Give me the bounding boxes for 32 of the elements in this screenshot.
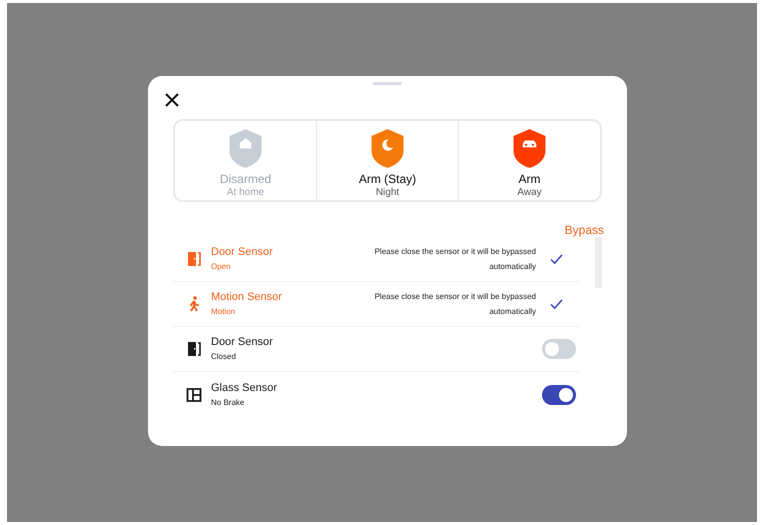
mode-label: Disarmed <box>220 172 272 187</box>
shield-icon <box>227 128 264 169</box>
door-icon <box>185 250 203 268</box>
bypass-header: Bypass <box>564 222 604 239</box>
sensor-name: Motion Sensor <box>211 290 282 304</box>
toggle-switch[interactable] <box>542 384 576 404</box>
checkmark-icon[interactable] <box>550 254 562 264</box>
mode-label: Arm <box>518 172 540 187</box>
door-icon <box>185 340 203 358</box>
sensor-status: Closed <box>211 351 237 363</box>
drag-handle[interactable] <box>373 82 402 85</box>
mode-option[interactable]: Arm (Stay) Night <box>316 121 458 200</box>
sensor-status: Open <box>211 261 232 273</box>
sensor-name: Door Sensor <box>211 335 273 349</box>
shield-icon <box>369 128 406 169</box>
close-icon <box>165 93 179 107</box>
mode-sublabel: At home <box>226 187 264 199</box>
sensor-status: Motion <box>211 306 236 318</box>
mode-label: Arm (Stay) <box>358 172 416 187</box>
sensor-name: Glass Sensor <box>211 380 278 394</box>
shield-icon <box>511 128 548 169</box>
toggle-switch[interactable] <box>542 339 576 359</box>
bypass-message: Please close the sensor or it will be bypassed automatically <box>374 291 536 318</box>
mode-sublabel: Night <box>376 187 400 199</box>
window-icon <box>185 386 203 404</box>
checkmark-icon[interactable] <box>550 298 562 310</box>
sensor-status: No Brake <box>211 396 246 408</box>
mode-option[interactable]: Arm Away <box>458 121 600 200</box>
bypass-message: Please close the sensor or it will be bypassed automatically <box>374 246 536 273</box>
mode-sublabel: Away <box>517 187 542 199</box>
close-button[interactable] <box>165 93 179 107</box>
sensor-name: Door Sensor <box>211 245 273 259</box>
